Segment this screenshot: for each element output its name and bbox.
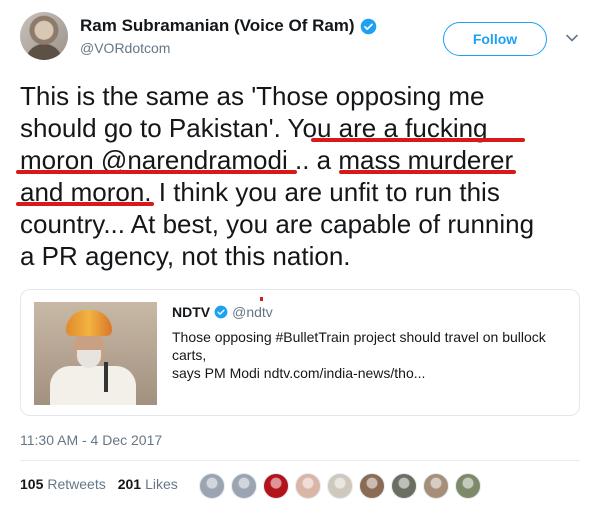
author-name-row[interactable]: Ram Subramanian (Voice Of Ram) [80,16,377,36]
divider [20,460,580,461]
retweets-label: Retweets [47,476,106,492]
author-display-name[interactable]: Ram Subramanian (Voice Of Ram) [80,16,355,36]
author-avatar[interactable] [20,12,68,60]
quoted-tweet-card[interactable]: NDTV @ndtv Those opposing #BulletTrain p… [20,289,580,416]
liker-avatar[interactable] [359,473,385,499]
verified-badge-icon [360,18,376,34]
liker-avatar[interactable] [391,473,417,499]
quoted-tweet-header: NDTV @ndtv [172,304,273,320]
likers-avatars [199,473,481,499]
tweet-timestamp[interactable]: 11:30 AM - 4 Dec 2017 [20,432,162,448]
follow-button[interactable]: Follow [443,22,547,56]
liker-avatar[interactable] [295,473,321,499]
quoted-author-name: NDTV [172,304,211,320]
liker-avatar[interactable] [327,473,353,499]
tweet-line: a PR agency, not this nation. [20,241,351,271]
quoted-tweet-image [34,302,157,405]
liker-avatar[interactable] [263,473,289,499]
liker-avatar[interactable] [423,473,449,499]
red-underline-annotation [16,170,297,174]
liker-avatar[interactable] [455,473,481,499]
chevron-down-icon[interactable] [565,31,579,45]
quoted-text-line: Those opposing #BulletTrain project shou… [172,329,546,363]
retweets-count: 105 [20,476,44,492]
tweet-stats: 105 Retweets 201 Likes [20,476,190,492]
red-underline-annotation [339,170,516,174]
author-handle[interactable]: @VORdotcom [80,40,170,56]
liker-avatar[interactable] [231,473,257,499]
likes-count: 201 [117,476,142,492]
quoted-author-handle: @ndtv [232,304,273,320]
likes-stat[interactable]: 201 Likes [118,476,178,492]
quoted-tweet-text: Those opposing #BulletTrain project shou… [172,328,572,382]
red-mark-annotation [260,297,263,301]
verified-badge-icon [214,305,228,319]
quoted-text-line: says PM Modi ndtv.com/india-news/tho... [172,365,426,381]
liker-avatar[interactable] [199,473,225,499]
tweet-text: This is the same as 'Those opposing me s… [20,80,580,272]
likes-label: Likes [145,476,178,492]
red-underline-annotation [311,138,525,142]
tweet-line: This is the same as 'Those opposing me [20,81,485,111]
tweet-line: country... At best, you are capable of r… [20,209,535,239]
red-underline-annotation [16,202,154,206]
retweets-stat[interactable]: 105 Retweets [20,476,106,492]
